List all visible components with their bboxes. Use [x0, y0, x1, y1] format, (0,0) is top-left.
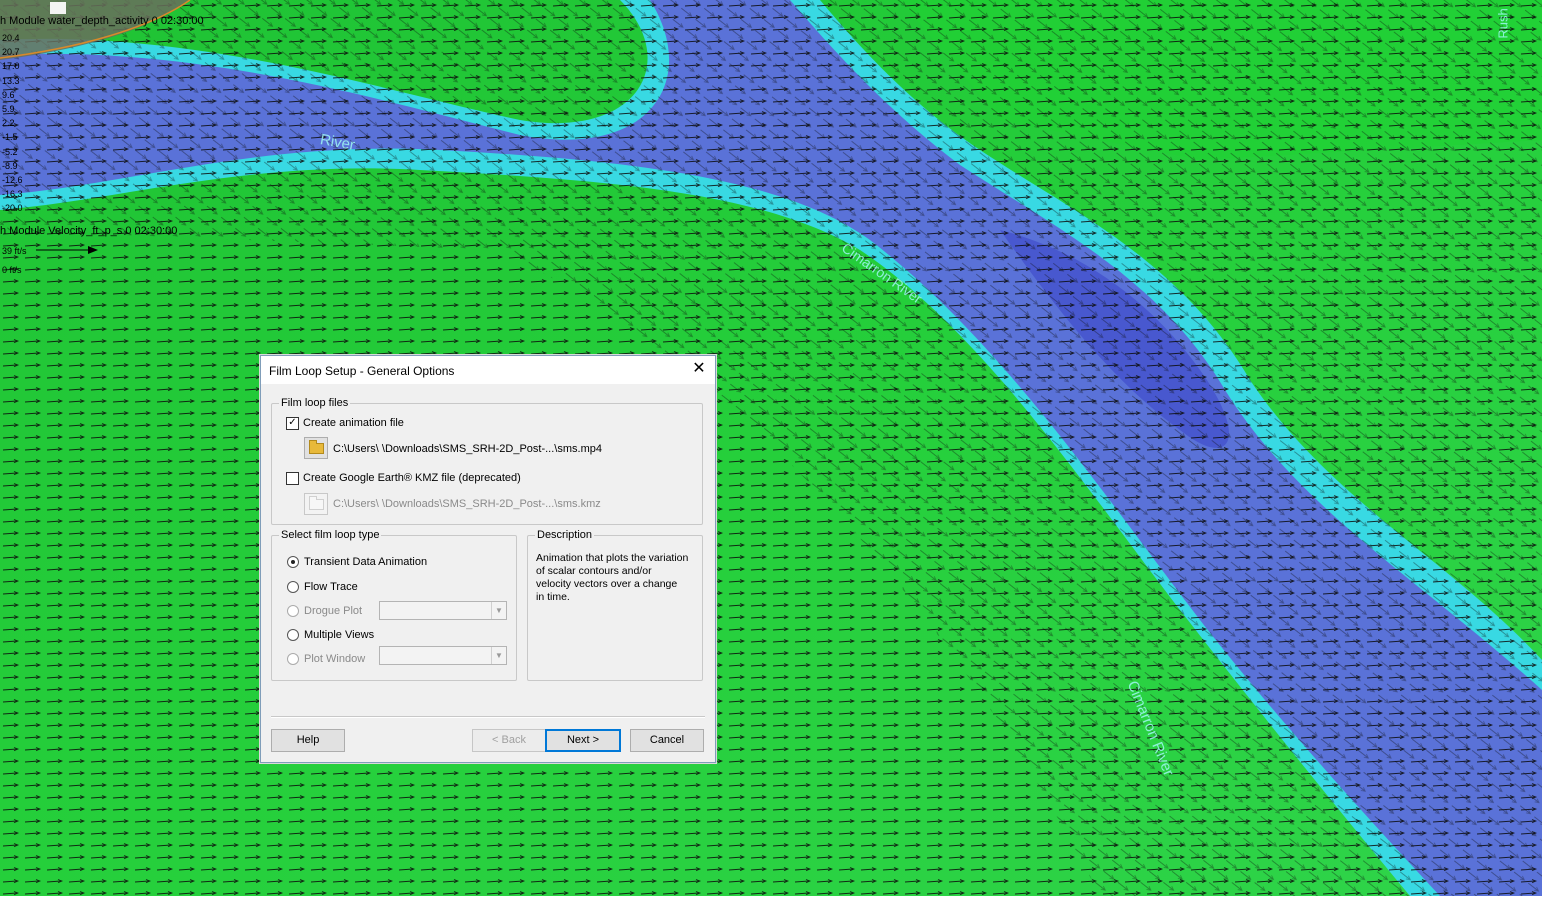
animation-path: C:\Users\ \Downloads\SMS_SRH-2D_Post-...…: [333, 443, 602, 455]
radio-flow-trace[interactable]: [287, 581, 299, 593]
radio-plot-window-label: Plot Window: [304, 653, 366, 665]
cancel-button[interactable]: Cancel: [630, 729, 704, 752]
scalar-legend-value: 5.9: [2, 104, 15, 114]
chevron-down-icon: ▼: [491, 647, 506, 664]
scalar-legend-title: h Module water_depth_activity 0 02:30:00: [0, 15, 204, 27]
animation-folder-button[interactable]: [304, 437, 328, 459]
check-icon: ✓: [288, 417, 297, 428]
button-separator: [271, 716, 705, 718]
vector-legend-max: 39 ft/s: [2, 246, 27, 256]
radio-multiple-views-label: Multiple Views: [304, 629, 375, 641]
scalar-legend-value: -16.3: [2, 189, 23, 200]
create-animation-checkbox[interactable]: ✓: [286, 417, 299, 430]
next-button[interactable]: Next >: [545, 729, 621, 752]
plot-window-select[interactable]: ▼: [379, 646, 507, 665]
dialog-titlebar[interactable]: Film Loop Setup - General Options ✕: [261, 356, 715, 384]
create-kmz-label: Create Google Earth® KMZ file (deprecate…: [303, 472, 521, 484]
vector-legend-min: 0 ft/s: [2, 265, 22, 275]
scalar-legend-value: 20.7: [2, 47, 20, 58]
map-canvas: [0, 0, 1542, 896]
scalar-legend-value: -8.9: [2, 160, 18, 171]
kmz-folder-button[interactable]: [304, 493, 328, 515]
film-loop-files-label: Film loop files: [279, 397, 351, 409]
description-text: Animation that plots the variation of sc…: [536, 552, 689, 603]
map-viewport[interactable]: h Module water_depth_activity 0 02:30:00…: [0, 0, 1542, 896]
folder-icon: [309, 440, 324, 454]
corner-label: Rush: [1495, 8, 1511, 39]
scalar-legend-value: 9.6: [2, 89, 15, 100]
radio-plot-window[interactable]: [287, 653, 299, 665]
radio-transient-data-label: Transient Data Animation: [304, 556, 428, 568]
description-label: Description: [535, 529, 595, 541]
scalar-legend-value: -5.2: [2, 146, 18, 157]
scalar-legend-value: -20.0: [2, 203, 23, 214]
film-loop-setup-dialog: Film Loop Setup - General Options ✕ Film…: [260, 355, 716, 763]
radio-transient-data[interactable]: [287, 556, 299, 568]
scalar-legend-value: 2.2: [2, 118, 15, 129]
vector-legend-title: h Module Velocity_ft_p_s 0 02:30:00: [0, 225, 178, 237]
help-button[interactable]: Help: [271, 729, 345, 752]
radio-drogue-plot-label: Drogue Plot: [304, 605, 363, 617]
radio-multiple-views[interactable]: [287, 629, 299, 641]
vector-legend-arrow: [36, 246, 98, 254]
drogue-plot-select[interactable]: ▼: [379, 601, 507, 620]
scalar-legend-value: -1.5: [2, 132, 18, 143]
radio-flow-trace-label: Flow Trace: [304, 581, 358, 593]
folder-icon: [309, 496, 324, 510]
close-button[interactable]: ✕: [689, 361, 709, 379]
close-icon: ✕: [692, 360, 706, 377]
scalar-legend-value: 13.3: [2, 75, 20, 86]
scalar-legend-value: 17.0: [2, 61, 20, 72]
radio-drogue-plot[interactable]: [287, 605, 299, 617]
scalar-legend-value: 20.4: [2, 33, 20, 43]
loop-type-label: Select film loop type: [279, 529, 382, 541]
create-animation-label: Create animation file: [303, 417, 404, 429]
kmz-path: C:\Users\ \Downloads\SMS_SRH-2D_Post-...…: [333, 498, 601, 510]
dialog-title: Film Loop Setup - General Options: [269, 364, 455, 378]
back-button[interactable]: < Back: [472, 729, 546, 752]
scalar-legend-value: -12.6: [2, 175, 23, 185]
create-kmz-checkbox[interactable]: [286, 472, 299, 485]
chevron-down-icon: ▼: [491, 602, 506, 619]
